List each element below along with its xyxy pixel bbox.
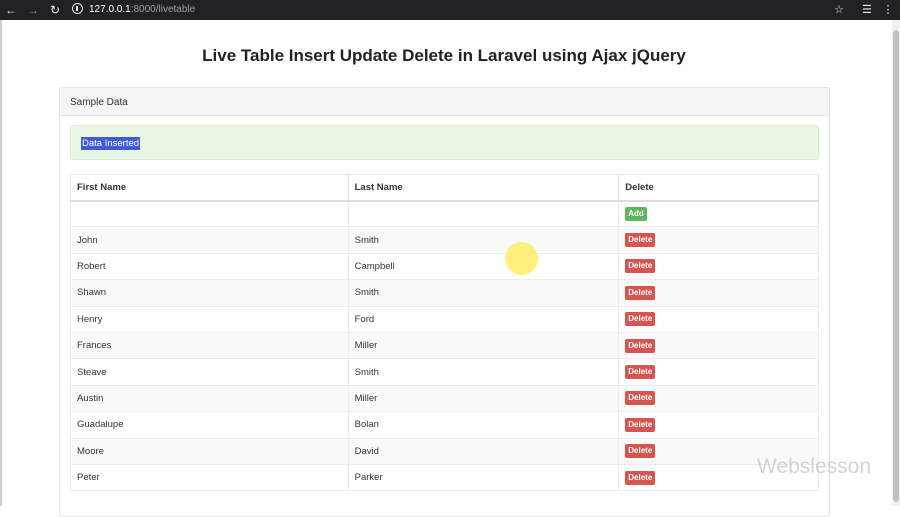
table-row: Austin Miller Delete xyxy=(70,384,819,413)
delete-button[interactable]: Delete xyxy=(625,444,656,459)
table-row: John Smith Delete xyxy=(70,226,819,254)
last-name-cell[interactable]: Parker xyxy=(347,463,620,492)
first-name-cell[interactable]: Shawn xyxy=(70,279,349,307)
table-row: Moore David Delete xyxy=(70,437,819,465)
scrollbar-thumb[interactable] xyxy=(893,30,899,502)
last-name-input-cell[interactable] xyxy=(347,199,620,228)
vertical-scrollbar[interactable] xyxy=(892,20,900,506)
url-path: :8000/livetable xyxy=(130,4,196,15)
reload-icon[interactable]: ↻ xyxy=(48,3,62,17)
delete-button[interactable]: Delete xyxy=(625,470,656,485)
delete-button[interactable]: Delete xyxy=(625,285,656,300)
delete-button[interactable]: Delete xyxy=(625,417,656,432)
first-name-cell[interactable]: Henry xyxy=(70,305,349,333)
watermark: Webslesson xyxy=(757,455,872,478)
table-row: Steave Smith Delete xyxy=(70,358,819,386)
table-row: Shawn Smith Delete xyxy=(70,279,819,307)
first-name-cell[interactable]: Robert xyxy=(70,252,349,281)
delete-cell: Delete xyxy=(618,384,819,413)
page-title: Live Table Insert Update Delete in Larav… xyxy=(202,46,686,65)
header-last-name: Last Name xyxy=(347,174,620,202)
delete-button[interactable]: Delete xyxy=(625,338,656,353)
table-row: Frances Miller Delete xyxy=(70,331,819,360)
delete-cell: Delete xyxy=(618,226,819,254)
first-name-cell[interactable]: John xyxy=(70,226,349,254)
kebab-menu-icon[interactable]: ⋮ xyxy=(881,3,895,17)
success-alert: Data Inserted xyxy=(70,125,819,160)
live-table: First Name Last Name Delete Add John Smit… xyxy=(70,174,819,492)
bookmark-star-icon[interactable]: ☆ xyxy=(832,3,846,17)
last-name-cell[interactable]: Ford xyxy=(347,305,620,333)
forward-arrow-icon[interactable]: → xyxy=(26,3,40,17)
first-name-cell[interactable]: Peter xyxy=(70,463,349,492)
browser-toolbar: ← → ↻ 127.0.0.1:8000/livetable ☆ ☰ ⋮ xyxy=(0,0,900,20)
first-name-cell[interactable]: Guadalupe xyxy=(70,411,349,439)
header-delete: Delete xyxy=(618,174,819,202)
delete-cell: Delete xyxy=(618,252,819,281)
last-name-cell[interactable]: Campbell xyxy=(347,252,620,281)
alert-message: Data Inserted xyxy=(81,137,141,150)
table-row: Henry Ford Delete xyxy=(70,305,819,333)
delete-cell: Delete xyxy=(618,358,819,386)
last-name-cell[interactable]: Smith xyxy=(347,358,620,386)
delete-cell: Delete xyxy=(618,305,819,333)
add-button[interactable]: Add xyxy=(625,206,647,221)
last-name-cell[interactable]: David xyxy=(347,437,620,465)
delete-button[interactable]: Delete xyxy=(625,391,656,406)
last-name-cell[interactable]: Bolan xyxy=(347,411,620,439)
back-arrow-icon[interactable]: ← xyxy=(4,3,18,17)
first-name-input-cell[interactable] xyxy=(70,199,349,228)
delete-button[interactable]: Delete xyxy=(625,259,656,274)
table-row: Robert Campbell Delete xyxy=(70,252,819,281)
add-cell: Add xyxy=(618,199,819,228)
delete-button[interactable]: Delete xyxy=(625,312,656,327)
last-name-cell[interactable]: Miller xyxy=(347,331,620,360)
add-row: Add xyxy=(70,199,819,228)
sample-data-panel: Sample Data Data Inserted First Name Las… xyxy=(59,87,830,517)
extension-icon[interactable]: ☰ xyxy=(860,3,874,17)
header-first-name: First Name xyxy=(70,174,349,202)
first-name-cell[interactable]: Moore xyxy=(70,437,349,465)
panel-heading: Sample Data xyxy=(60,88,829,116)
last-name-cell[interactable]: Miller xyxy=(347,384,620,413)
first-name-cell[interactable]: Frances xyxy=(70,331,349,360)
delete-cell: Delete xyxy=(618,331,819,360)
cursor-highlight xyxy=(505,242,538,275)
table-header-row: First Name Last Name Delete xyxy=(70,174,819,202)
delete-button[interactable]: Delete xyxy=(625,365,656,380)
delete-cell: Delete xyxy=(618,279,819,307)
delete-cell: Delete xyxy=(618,411,819,439)
delete-button[interactable]: Delete xyxy=(625,233,656,248)
url-host: 127.0.0.1 xyxy=(89,4,131,15)
address-bar[interactable]: 127.0.0.1:8000/livetable xyxy=(72,2,372,18)
info-icon[interactable] xyxy=(72,3,83,14)
table-row: Guadalupe Bolan Delete xyxy=(70,411,819,439)
last-name-cell[interactable]: Smith xyxy=(347,279,620,307)
first-name-cell[interactable]: Austin xyxy=(70,384,349,413)
first-name-cell[interactable]: Steave xyxy=(70,358,349,386)
table-row: Peter Parker Delete xyxy=(70,463,819,492)
last-name-cell[interactable]: Smith xyxy=(347,226,620,254)
